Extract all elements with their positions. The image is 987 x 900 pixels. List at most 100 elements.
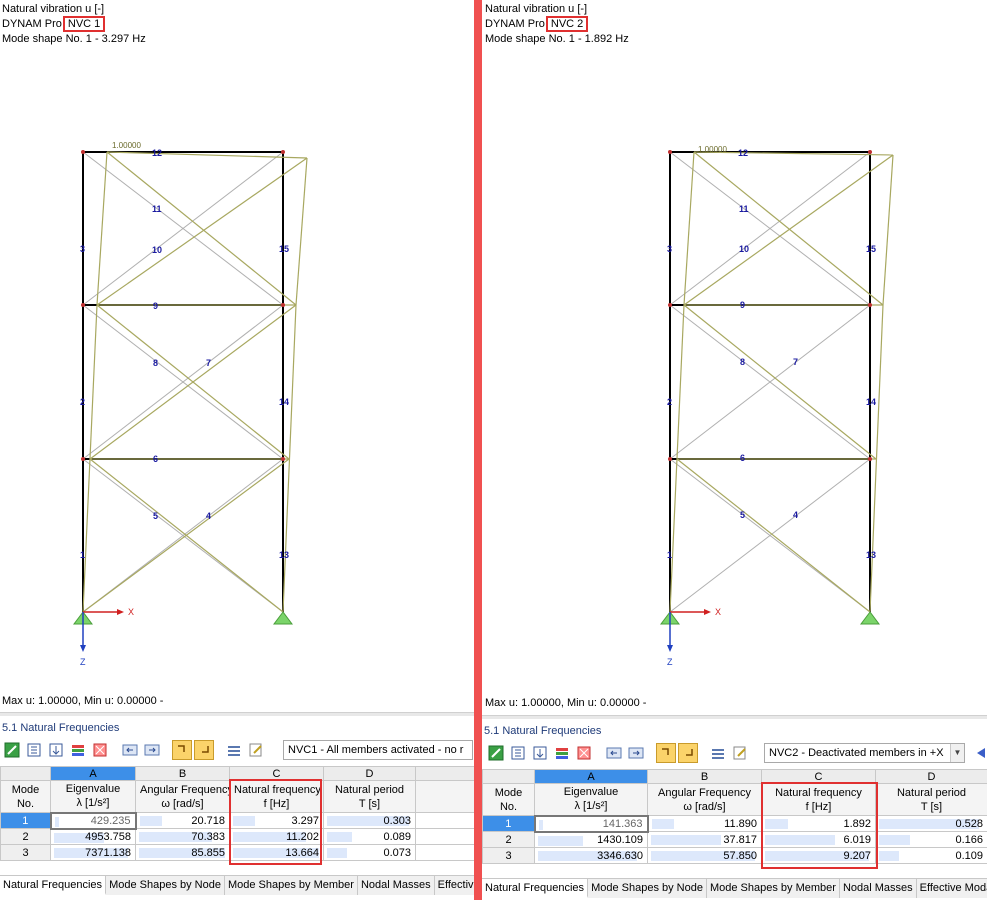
tab-natural-frequencies[interactable]: Natural Frequencies [482,879,589,898]
z-axis-label: Z [80,657,86,667]
color-scale-button[interactable] [552,743,572,763]
tab-nodal-masses[interactable]: Nodal Masses [358,876,435,895]
mode-number[interactable]: 1 [0,812,51,829]
next-button[interactable] [142,740,162,760]
edit-button[interactable] [730,743,750,763]
column-a-header[interactable]: A [50,766,136,781]
natural-period-cell[interactable]: 0.528 [875,815,987,832]
panel-splitter[interactable] [482,715,987,719]
natural-period-cell[interactable]: 0.166 [875,831,987,848]
angular-frequency-cell[interactable]: 85.855 [135,844,230,861]
eigenvalue-cell[interactable]: 7371.138 [50,844,136,861]
relations-button[interactable] [90,740,110,760]
view-toggle-button[interactable] [172,740,192,760]
filter-button[interactable] [24,740,44,760]
natural-period-cell[interactable]: 0.073 [323,844,416,861]
member-label: 11 [739,204,749,214]
eigenvalue-cell[interactable]: 429.235 [49,811,137,830]
export-excel-button[interactable] [486,743,506,763]
deformation-coefficient: 1.00000 [698,145,727,154]
member-label: 14 [279,397,289,407]
tab-mode-shapes-by-node[interactable]: Mode Shapes by Node [106,876,225,895]
edit-button[interactable] [246,740,266,760]
member-label: 15 [279,244,289,254]
load-case-select-value: NVC1 - All members activated - no r [288,744,464,756]
load-case-select[interactable]: NVC2 - Deactivated members in +X ▼ [764,743,965,763]
member-label: 7 [793,357,798,367]
tab-natural-frequencies[interactable]: Natural Frequencies [0,876,107,895]
mode-number[interactable]: 2 [0,828,51,845]
eigenvalue-header: Eigenvalue λ [1/s²] [534,783,648,816]
next-button[interactable] [626,743,646,763]
tab-mode-shapes-by-node[interactable]: Mode Shapes by Node [588,879,707,898]
structure-model-view[interactable]: 1.00000 12 11 10 9 8 7 6 5 4 3 2 1 15 14… [0,0,474,700]
table-row[interactable]: 2 1430.109 37.817 6.019 0.166 [482,831,987,848]
panel-splitter[interactable] [0,712,474,716]
previous-button[interactable] [120,740,140,760]
column-b-header[interactable]: B [647,769,762,784]
tab-effective[interactable]: Effective [435,876,474,895]
relations-button[interactable] [574,743,594,763]
dropdown-arrow-icon[interactable]: ▼ [950,744,964,762]
mode-number[interactable]: 3 [0,844,51,861]
angular-frequency-cell[interactable]: 57.850 [647,847,762,864]
angular-frequency-cell[interactable]: 37.817 [647,831,762,848]
table-row[interactable]: 1 141.363 11.890 1.892 0.528 [482,814,987,833]
column-b-header[interactable]: B [135,766,230,781]
column-d-header[interactable]: D [323,766,416,781]
natural-period-header: Natural period T [s] [875,783,987,816]
natural-period-cell[interactable]: 0.089 [323,828,416,845]
deformed-shape [669,151,894,613]
tab-mode-shapes-by-member[interactable]: Mode Shapes by Member [225,876,358,895]
member-label: 6 [153,454,158,464]
member-label: 5 [740,510,745,520]
load-case-select-value: NVC2 - Deactivated members in +X [769,747,944,759]
member-label: 4 [206,511,211,521]
load-case-select[interactable]: NVC1 - All members activated - no r [283,740,473,760]
natural-period-cell[interactable]: 0.303 [323,812,416,829]
mode-number[interactable]: 1 [482,815,535,832]
mode-number[interactable]: 2 [482,831,535,848]
color-scale-button[interactable] [68,740,88,760]
eigenvalue-cell[interactable]: 141.363 [533,814,649,833]
filter-button[interactable] [508,743,528,763]
eigenvalue-cell[interactable]: 1430.109 [534,831,648,848]
eigenvalue-cell[interactable]: 4953.758 [50,828,136,845]
tab-effective-modal[interactable]: Effective Moda [917,879,987,898]
column-d-header[interactable]: D [875,769,987,784]
bracing-members [669,151,871,613]
column-a-header[interactable]: A [534,769,648,784]
table-row[interactable]: 3 3346.630 57.850 9.207 0.109 [482,847,987,864]
jump-graphic-button[interactable] [194,740,214,760]
left-result-window: Natural vibration u [-] DYNAM Pro NVC 1 M… [0,0,474,900]
x-axis-label: X [128,607,134,617]
extra-header [415,780,474,813]
view-toggle-button[interactable] [656,743,676,763]
eigenvalue-cell[interactable]: 3346.630 [534,847,648,864]
table-view-button[interactable] [224,740,244,760]
member-label: 10 [739,244,749,254]
jump-graphic-button[interactable] [678,743,698,763]
bracing-members [82,151,284,613]
sort-button[interactable] [530,743,550,763]
member-label: 2 [80,397,85,407]
scroll-left-icon[interactable] [977,748,985,758]
mode-number[interactable]: 3 [482,847,535,864]
angular-frequency-cell[interactable]: 20.718 [135,812,230,829]
result-tabs: Natural Frequencies Mode Shapes by Node … [0,875,474,895]
structure-model-view[interactable]: 1.00000 12 11 10 9 8 7 6 5 4 3 2 1 15 14… [482,0,987,700]
tab-mode-shapes-by-member[interactable]: Mode Shapes by Member [707,879,840,898]
export-excel-button[interactable] [2,740,22,760]
mode-column-header: Mode No. [482,783,535,816]
member-label: 6 [740,453,745,463]
member-label: 8 [153,358,158,368]
column-e-header[interactable] [415,766,474,781]
tab-nodal-masses[interactable]: Nodal Masses [840,879,917,898]
angular-frequency-cell[interactable]: 70.383 [135,828,230,845]
sort-button[interactable] [46,740,66,760]
angular-frequency-cell[interactable]: 11.890 [647,815,762,832]
panel-title: 5.1 Natural Frequencies [2,722,120,734]
previous-button[interactable] [604,743,624,763]
table-view-button[interactable] [708,743,728,763]
natural-period-cell[interactable]: 0.109 [875,847,987,864]
